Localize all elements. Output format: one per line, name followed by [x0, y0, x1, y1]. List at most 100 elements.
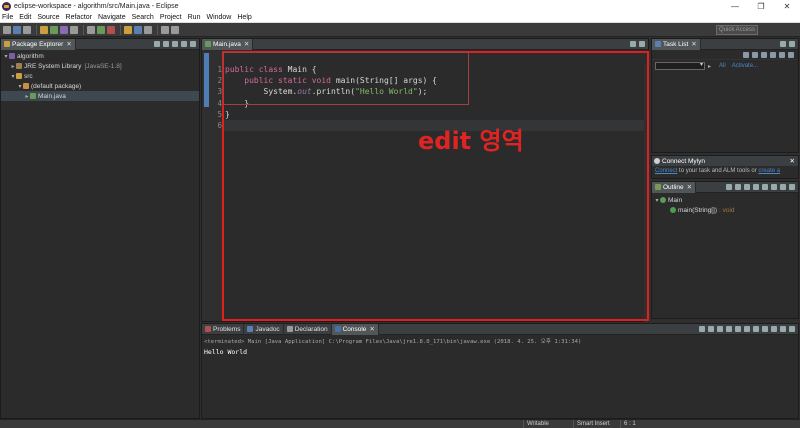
maximize-view-icon[interactable]: [190, 41, 196, 47]
tab-label: Task List: [663, 40, 689, 48]
menu-refactor[interactable]: Refactor: [66, 14, 92, 21]
tab-outline[interactable]: Outline ✕: [652, 181, 697, 193]
scroll-lock-icon[interactable]: [735, 326, 741, 332]
run-icon[interactable]: [97, 25, 105, 34]
menu-window[interactable]: Window: [206, 14, 231, 21]
open-console-icon[interactable]: [771, 326, 777, 332]
declaration-icon: [286, 326, 293, 332]
view-menu-icon[interactable]: [771, 184, 777, 190]
tree-jre-library[interactable]: ▸ JRE System Library [JavaSE-1.8]: [1, 61, 199, 71]
tab-problems[interactable]: Problems: [202, 323, 245, 335]
new-class-icon[interactable]: [60, 25, 68, 34]
menu-source[interactable]: Source: [37, 14, 59, 21]
activate-link[interactable]: Activate...: [732, 63, 758, 69]
close-icon[interactable]: ✕: [790, 157, 795, 165]
tab-console[interactable]: Console ✕: [331, 323, 379, 335]
tab-task-list[interactable]: Task List ✕: [652, 38, 701, 50]
new-java-project-icon[interactable]: [40, 25, 48, 34]
maximize-view-icon[interactable]: [789, 41, 795, 47]
close-icon[interactable]: ✕: [66, 40, 71, 48]
code-editor[interactable]: 1 2 3 4 5 6 public class Main { public s…: [202, 51, 648, 333]
maximize-view-icon[interactable]: [639, 41, 645, 47]
remove-all-icon[interactable]: [717, 326, 723, 332]
close-icon[interactable]: ✕: [244, 40, 249, 48]
maximize-view-icon[interactable]: [789, 326, 795, 332]
tab-declaration[interactable]: Declaration: [284, 323, 332, 335]
categorize-icon[interactable]: [752, 51, 758, 58]
hide-nonpublic-icon[interactable]: [753, 184, 759, 190]
create-link[interactable]: create a: [758, 168, 780, 174]
new-icon[interactable]: [3, 25, 11, 34]
edit-area-annotation: edit 영역: [418, 127, 524, 155]
menu-run[interactable]: Run: [188, 14, 201, 21]
tree-project-algorithm[interactable]: ▾ algorithm: [1, 51, 199, 61]
external-tools-icon[interactable]: [107, 25, 115, 34]
maximize-button[interactable]: ❐: [748, 0, 774, 13]
save-icon[interactable]: [13, 25, 21, 34]
display-console-icon[interactable]: [762, 326, 768, 332]
collapse-all-icon[interactable]: [154, 41, 160, 47]
word-wrap-icon[interactable]: [744, 326, 750, 332]
task-list-icon: [655, 41, 661, 47]
new-package-icon[interactable]: [50, 25, 58, 34]
tab-package-explorer[interactable]: Package Explorer ✕: [1, 38, 76, 50]
close-icon[interactable]: ✕: [691, 40, 696, 48]
hide-local-types-icon[interactable]: [762, 184, 768, 190]
menu-project[interactable]: Project: [160, 14, 182, 21]
sort-icon[interactable]: [726, 184, 732, 190]
outline-icon: [655, 184, 661, 190]
clear-console-icon[interactable]: [726, 326, 732, 332]
tab-label: Main.java: [213, 40, 241, 48]
minimize-view-icon[interactable]: [181, 41, 187, 47]
menu-help[interactable]: Help: [237, 14, 251, 21]
terminate-icon[interactable]: [699, 326, 705, 332]
back-arrow-icon[interactable]: [161, 25, 169, 34]
filter-arrow-icon[interactable]: ▸: [708, 63, 711, 70]
outline-method-main[interactable]: main(String[]) : void: [652, 205, 798, 215]
collapse-all-icon[interactable]: [779, 51, 785, 58]
forward-arrow-icon[interactable]: [171, 25, 179, 34]
source-code[interactable]: public class Main { public static void m…: [225, 64, 437, 131]
hide-fields-icon[interactable]: [735, 184, 741, 190]
pin-console-icon[interactable]: [753, 326, 759, 332]
minimize-view-icon[interactable]: [780, 41, 786, 47]
focus-icon[interactable]: [770, 51, 776, 58]
close-icon[interactable]: ✕: [369, 325, 374, 333]
tree-src-folder[interactable]: ▾ src: [1, 71, 199, 81]
minimize-view-icon[interactable]: [780, 184, 786, 190]
quick-access-input[interactable]: Quick Access: [716, 25, 758, 35]
filter-all-link[interactable]: All: [719, 63, 726, 69]
tab-main-java[interactable]: Main.java ✕: [202, 38, 254, 50]
open-task-icon[interactable]: [134, 25, 142, 34]
console-output[interactable]: <terminated> Main [Java Application] C:\…: [202, 335, 798, 358]
debug-icon[interactable]: [87, 25, 95, 34]
view-menu-icon[interactable]: [788, 51, 794, 58]
connect-link[interactable]: Connect: [655, 168, 677, 174]
tab-javadoc[interactable]: Javadoc: [244, 323, 284, 335]
view-menu-icon[interactable]: [172, 41, 178, 47]
tree-main-java[interactable]: ▸ Main.java: [1, 91, 199, 101]
menu-edit[interactable]: Edit: [19, 14, 31, 21]
annotation-nav-icon[interactable]: [144, 25, 152, 34]
menu-search[interactable]: Search: [132, 14, 154, 21]
minimize-view-icon[interactable]: [630, 41, 636, 47]
outline-class-main[interactable]: ▾ Main: [652, 195, 798, 205]
save-all-icon[interactable]: [23, 25, 31, 34]
minimize-view-icon[interactable]: [780, 326, 786, 332]
maximize-view-icon[interactable]: [789, 184, 795, 190]
remove-launch-icon[interactable]: [708, 326, 714, 332]
open-type-icon[interactable]: [70, 25, 78, 34]
menu-file[interactable]: File: [2, 14, 13, 21]
new-task-icon[interactable]: [743, 51, 749, 58]
menu-navigate[interactable]: Navigate: [98, 14, 126, 21]
close-window-button[interactable]: ✕: [774, 0, 800, 13]
task-filter-input[interactable]: [655, 61, 705, 70]
tree-default-package[interactable]: ▾ (default package): [1, 81, 199, 91]
hide-static-icon[interactable]: [744, 184, 750, 190]
search-icon[interactable]: [124, 25, 132, 34]
link-editor-icon[interactable]: [163, 41, 169, 47]
close-icon[interactable]: ✕: [687, 183, 692, 191]
minimize-button[interactable]: —: [722, 0, 748, 13]
sync-icon[interactable]: [761, 51, 767, 58]
